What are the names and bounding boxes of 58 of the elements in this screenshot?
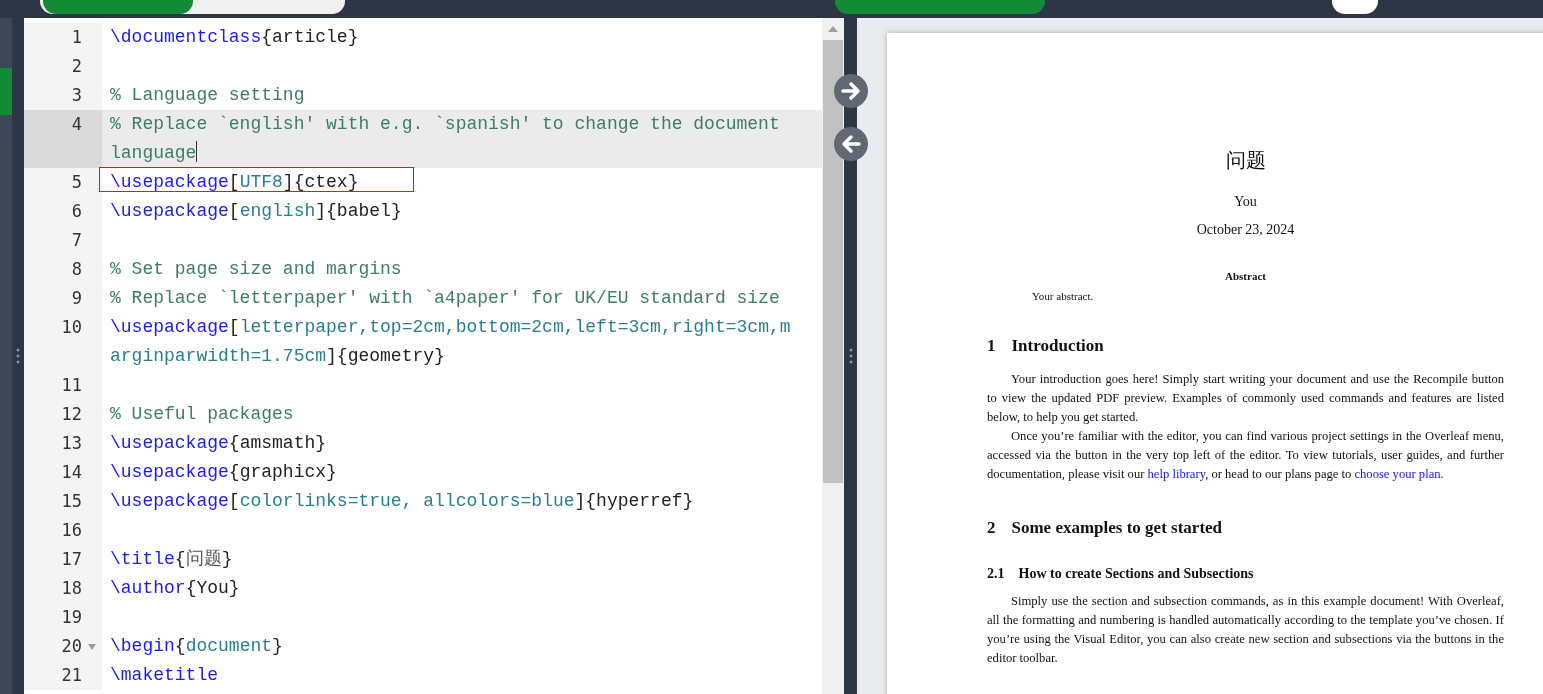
line-number: 21	[61, 664, 82, 687]
line-number: 19	[61, 606, 82, 629]
line-number: 3	[71, 84, 82, 107]
section-number: 2	[987, 518, 996, 538]
fold-arrow-icon[interactable]	[88, 643, 96, 651]
code-line: \usepackage[UTF8]{ctex}	[110, 172, 359, 192]
document-author: You	[1233, 194, 1258, 210]
line-number: 8	[71, 258, 82, 281]
scroll-up-icon[interactable]	[828, 26, 838, 32]
scrollbar-thumb[interactable]	[823, 40, 843, 483]
code-line: \usepackage[letterpaper,top=2cm,bottom=2cm,left=3cm,right=3cm,marginparwidth=1.75cm]{geometry}	[110, 317, 791, 366]
line-number: 12	[61, 403, 82, 426]
code-line: \usepackage[colorlinks=true, allcolors=blue]{hyperref}	[110, 491, 694, 511]
code-line: \usepackage[english]{babel}	[110, 201, 402, 221]
section-number: 2.1	[987, 566, 1005, 582]
code-line: \documentclass{article}	[110, 27, 359, 47]
document-date: October 23, 2024	[1195, 222, 1296, 238]
section-heading: Some examples to get started	[1011, 518, 1223, 538]
line-number: 5	[71, 171, 82, 194]
section-number: 1	[987, 336, 996, 356]
section-heading: How to create Sections and Subsections	[1018, 566, 1254, 582]
drag-handle-icon[interactable]	[848, 348, 853, 364]
text-link[interactable]: choose your plan	[1354, 467, 1441, 481]
code-line: % Language setting	[110, 85, 305, 105]
line-number: 18	[61, 577, 82, 600]
line-number: 14	[61, 461, 82, 484]
drag-handle-icon[interactable]	[16, 348, 20, 364]
line-number: 2	[71, 55, 82, 78]
code-line: \author{You}	[110, 578, 240, 598]
code-line: \begin{document}	[110, 636, 283, 656]
line-number: 15	[61, 490, 82, 513]
line-number: 1	[71, 26, 82, 49]
document-title: 问题	[1224, 148, 1267, 173]
body-paragraph: Simply use the section and subsection commands, as in this example document! With Overleaf, all the formatting and numbering is handled automatically according to the template you’ve chosen. If you’re using the Visual Editor, you can also create new section and subsections via the buttons in the editor toolbar.	[987, 593, 1504, 667]
line-number: 7	[71, 229, 82, 252]
code-line: % Useful packages	[110, 404, 294, 424]
line-number: 16	[61, 519, 82, 542]
body-paragraph: Once you’re familiar with the editor, you can find various project settings in the Overleaf menu, accessed via the button in the very top left of the editor. To view tutorials, user guides, and further documentation, please visit our help library, or head to our plans page to choose your plan.	[987, 428, 1504, 483]
section-heading: Introduction	[1011, 336, 1104, 356]
code-line: % Replace `letterpaper' with `a4paper' for UK/EU standard size	[110, 288, 780, 308]
line-number: 10	[61, 316, 82, 339]
line-number: 4	[71, 113, 82, 136]
code-line: % Replace `english' with e.g. `spanish' to change the document language	[110, 114, 781, 163]
line-number: 13	[61, 432, 82, 455]
code-line: \title{问题}	[110, 549, 233, 569]
body-paragraph: Your introduction goes here! Simply start writing your document and use the Recompile button to view the updated PDF preview. Examples of commonly used commands and features are listed below, to help you get started.	[987, 371, 1504, 426]
line-number: 20	[61, 635, 82, 658]
abstract-text: Your abstract.	[1032, 290, 1095, 302]
line-number: 11	[61, 374, 82, 397]
active-panel-marker	[0, 68, 12, 115]
code-line: \usepackage{amsmath}	[110, 433, 327, 453]
code-line: % Set page size and margins	[110, 259, 402, 279]
code-line: \maketitle	[110, 665, 219, 685]
line-number: 17	[61, 548, 82, 571]
line-number: 6	[71, 200, 82, 223]
line-number: 9	[71, 287, 82, 310]
abstract-heading: Abstract	[1224, 270, 1267, 282]
code-line: \usepackage{graphicx}	[110, 462, 337, 482]
